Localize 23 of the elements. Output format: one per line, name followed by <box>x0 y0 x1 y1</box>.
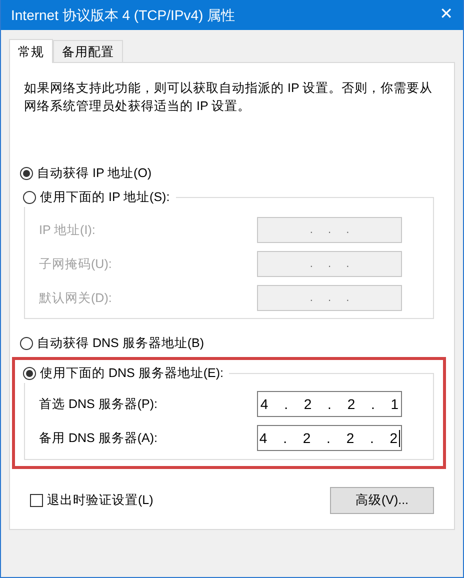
tab[interactable]: 常规 <box>9 39 53 63</box>
field-label: 子网掩码(U): <box>39 256 113 273</box>
advanced-button[interactable]: 高级(V)... <box>330 487 434 514</box>
field-label: 首选 DNS 服务器(P): <box>39 396 158 413</box>
ip-address-field[interactable]: 4 . 2 . 2 . 2 <box>257 425 402 451</box>
radio-label[interactable]: 使用下面的 IP 地址(S): <box>40 188 170 206</box>
radio-label[interactable]: 使用下面的 DNS 服务器地址(E): <box>40 364 224 382</box>
radio-label[interactable]: 自动获得 IP 地址(O) <box>37 164 152 182</box>
radio-label[interactable]: 自动获得 DNS 服务器地址(B) <box>37 334 204 352</box>
field-label: 备用 DNS 服务器(A): <box>39 430 158 447</box>
ip-address-field[interactable]: 4 . 2 . 2 . 1 <box>257 391 402 417</box>
description-text: 如果网络支持此功能，则可以获取自动指派的 IP 设置。否则，你需要从网络系统管理员处获得适当的 IP 设置。 <box>24 80 434 115</box>
field-label: IP 地址(I): <box>39 222 96 239</box>
radio-button[interactable] <box>20 336 33 350</box>
field-label: 默认网关(D): <box>39 290 113 307</box>
radio-button[interactable] <box>23 190 36 204</box>
radio-button[interactable] <box>20 166 33 180</box>
window-title: Internet 协议版本 4 (TCP/IPv4) 属性 <box>11 6 236 25</box>
tab[interactable]: 备用配置 <box>53 40 123 62</box>
checkbox[interactable] <box>30 494 43 507</box>
close-icon[interactable]: ✕ <box>440 3 453 27</box>
radio-button[interactable] <box>23 366 36 380</box>
checkbox-label[interactable]: 退出时验证设置(L) <box>47 491 154 510</box>
